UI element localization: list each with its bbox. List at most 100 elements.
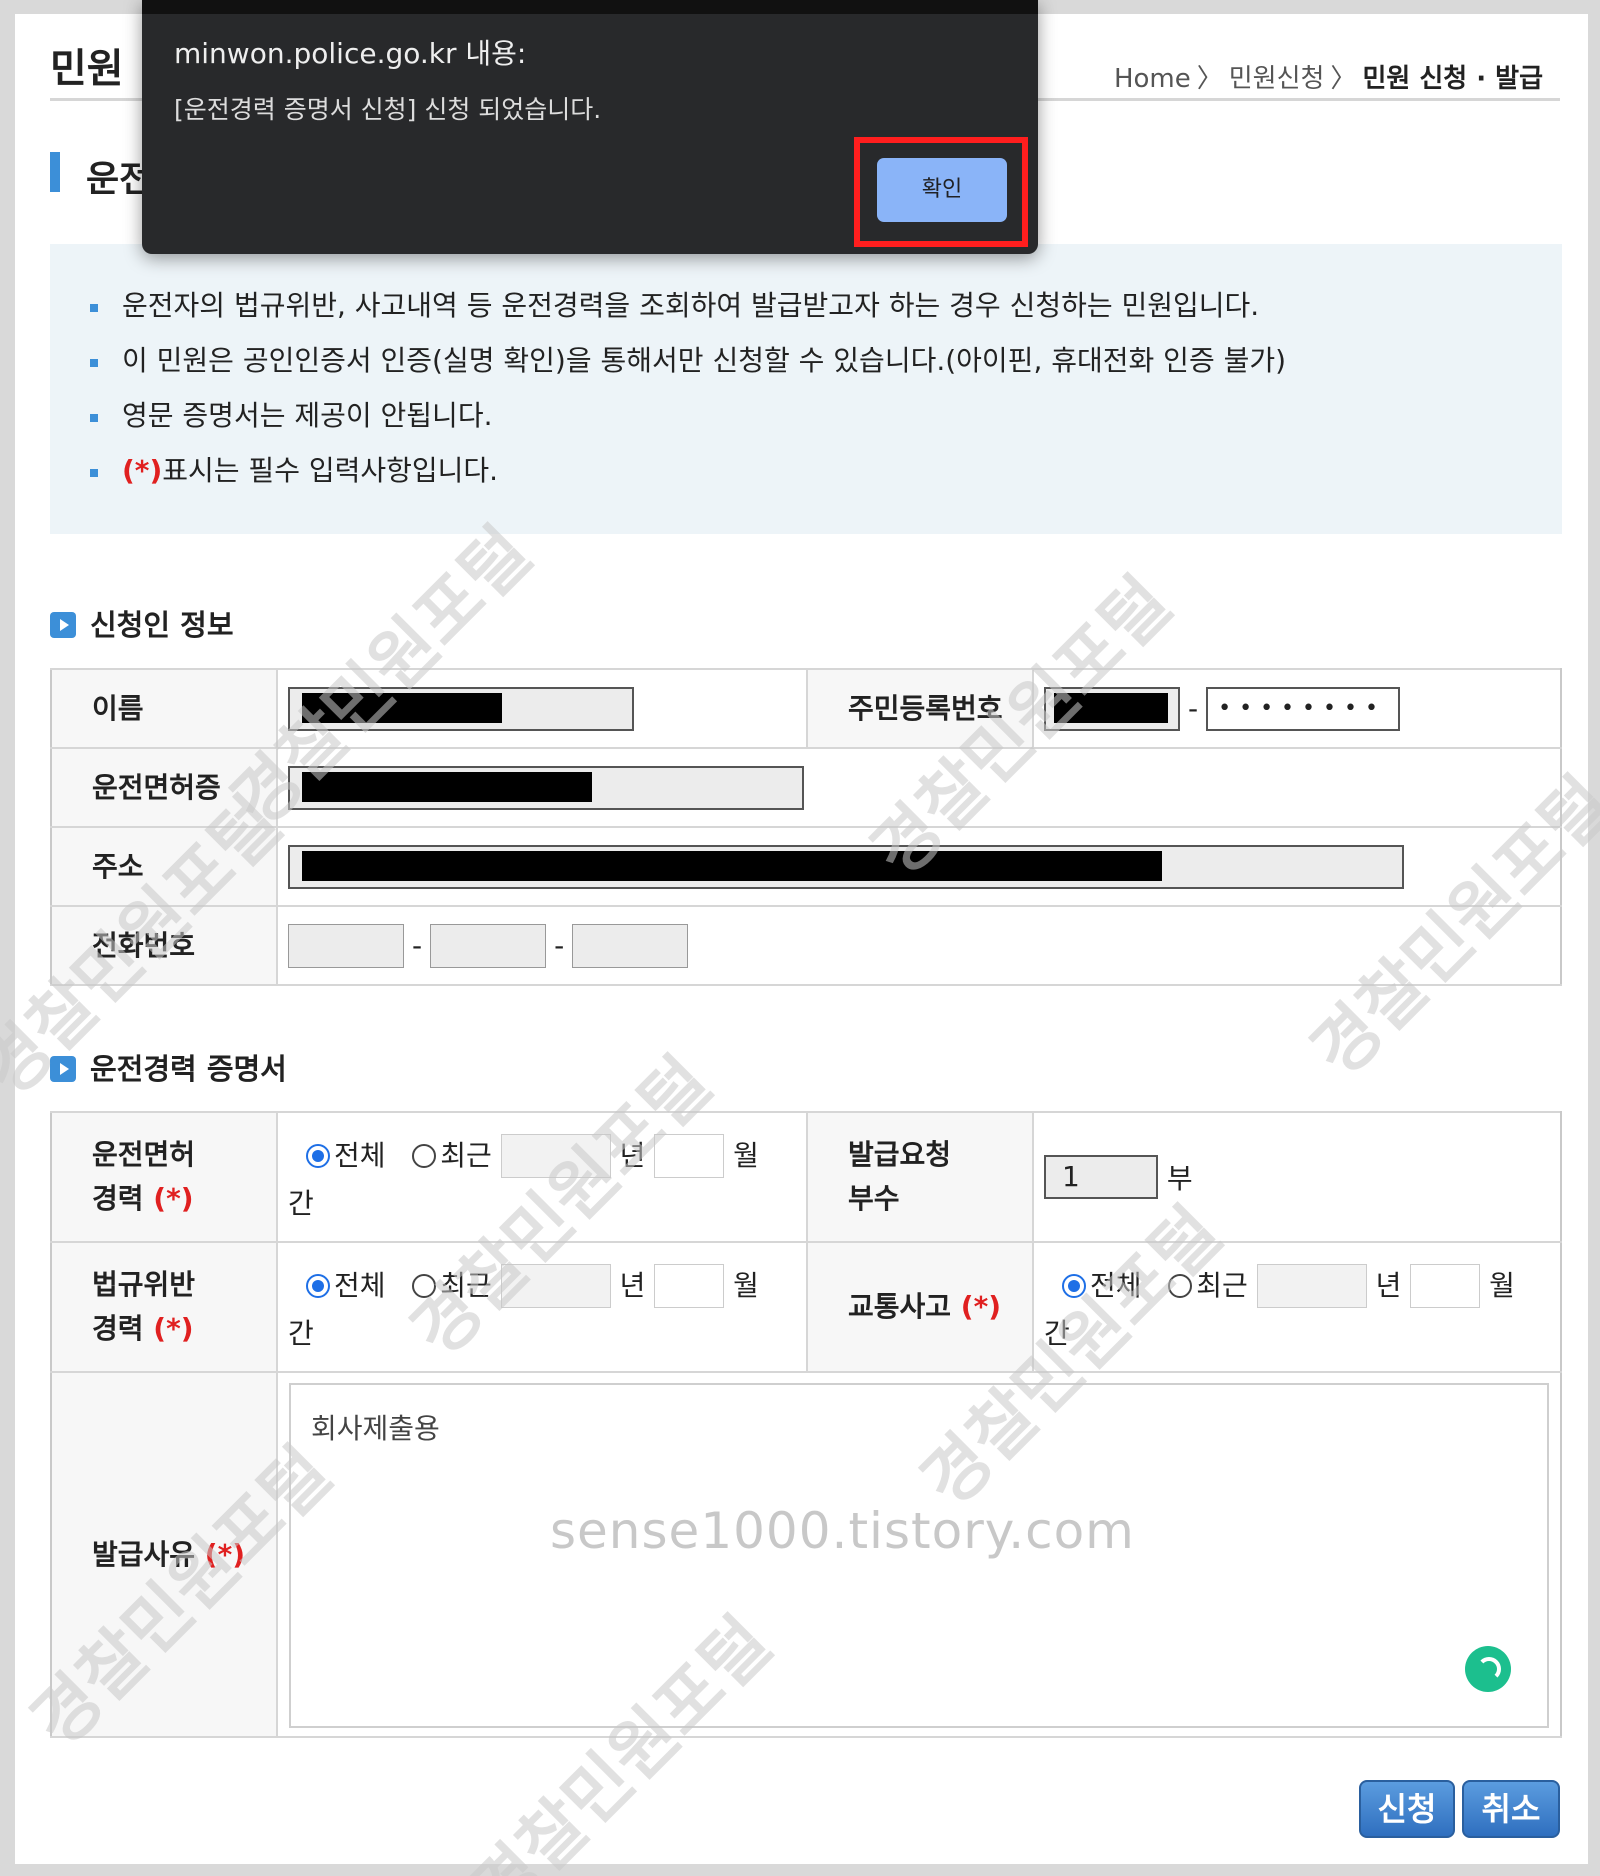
rrn-cell: - •••••••• xyxy=(1032,668,1562,749)
radio-all-label: 전체 xyxy=(334,1268,386,1302)
phone-cell: -- xyxy=(276,905,1562,986)
table-row: 운전면허증 xyxy=(50,747,1562,828)
license-history-label: 운전면허 경력 (*) xyxy=(50,1111,278,1243)
year-field[interactable] xyxy=(500,1263,611,1308)
submit-button[interactable]: 신청 xyxy=(1359,1780,1455,1838)
notice-item: (*)표시는 필수 입력사항입니다. xyxy=(90,451,1562,506)
accident-label: 교통사고 (*) xyxy=(806,1241,1034,1373)
applicant-heading: 신청인 정보 xyxy=(50,607,234,643)
accident-cell: 전체 최근 년 월 간 xyxy=(1032,1241,1562,1373)
license-cell xyxy=(276,747,1562,828)
certificate-heading-text: 운전경력 증명서 xyxy=(90,1052,287,1086)
ok-button[interactable]: 확인 xyxy=(877,158,1007,222)
name-label: 이름 xyxy=(50,668,278,749)
phone-field-1[interactable] xyxy=(288,923,404,968)
cancel-button[interactable]: 취소 xyxy=(1462,1780,1560,1838)
breadcrumb-current: 민원 신청 · 발급 xyxy=(1362,64,1543,94)
name-field[interactable] xyxy=(288,686,634,731)
section-title: 운전 xyxy=(50,150,152,200)
breadcrumb-separator: 〉 xyxy=(1196,64,1223,94)
dialog-title: minwon.police.go.kr 내용: xyxy=(174,37,527,70)
page: 민원 Home 〉 민원신청 〉 민원 신청 · 발급 운전 운전자의 법규위반, 사고… xyxy=(0,14,1600,1876)
radio-recent[interactable] xyxy=(1168,1273,1193,1298)
radio-recent-label: 최근 xyxy=(440,1268,492,1302)
month-field[interactable] xyxy=(654,1263,725,1308)
copies-field[interactable]: 1 xyxy=(1044,1155,1158,1199)
table-row: 이름 주민등록번호 - •••••••• xyxy=(50,668,1562,749)
unit-year: 년 xyxy=(619,1268,646,1302)
license-history-cell: 전체 최근 년 월 간 xyxy=(276,1111,808,1243)
breadcrumb-apply[interactable]: 민원신청 xyxy=(1229,64,1325,94)
notice-text: 표시는 필수 입력사항입니다. xyxy=(162,454,499,487)
required-mark: (*) xyxy=(122,454,163,487)
label-line: 발급요청 xyxy=(848,1138,952,1171)
radio-recent[interactable] xyxy=(412,1273,437,1298)
copies-cell: 1 부 xyxy=(1032,1111,1562,1243)
month-field[interactable] xyxy=(654,1133,725,1178)
phone-field-2[interactable] xyxy=(430,923,547,968)
reason-label: 발급사유 (*) xyxy=(50,1371,278,1738)
page-title: 민원 xyxy=(50,46,124,92)
name-cell xyxy=(276,668,808,749)
radio-recent[interactable] xyxy=(412,1143,437,1168)
redaction-bar xyxy=(302,771,592,802)
phone-field-3[interactable] xyxy=(572,923,689,968)
violation-label: 법규위반 경력 (*) xyxy=(50,1241,278,1373)
address-cell xyxy=(276,826,1562,907)
alert-dialog: minwon.police.go.kr 내용: [운전경력 증명서 신청] 신청… xyxy=(142,0,1038,254)
site-watermark: sense1000.tistory.com xyxy=(550,1502,1135,1560)
license-field[interactable] xyxy=(288,765,804,810)
rrn-front-field[interactable] xyxy=(1044,686,1180,731)
redaction-bar xyxy=(302,692,502,723)
required-mark: (*) xyxy=(960,1290,1002,1323)
dash: - xyxy=(1188,692,1199,725)
table-row: 법규위반 경력 (*) 전체 최근 년 월 간 교통사고 (*) 전체 최근 년… xyxy=(50,1241,1562,1373)
address-field[interactable] xyxy=(288,844,1404,889)
radio-all[interactable] xyxy=(1062,1273,1086,1298)
table-row: 전화번호 -- xyxy=(50,905,1562,986)
unit-month: 월 xyxy=(733,1138,759,1172)
breadcrumb: Home 〉 민원신청 〉 민원 신청 · 발급 xyxy=(1114,58,1543,95)
address-label: 주소 xyxy=(50,826,278,907)
month-field[interactable] xyxy=(1410,1263,1481,1308)
copies-label: 발급요청 부수 xyxy=(806,1111,1034,1243)
reason-value: 회사제출용 xyxy=(311,1412,440,1445)
label-line: 교통사고 xyxy=(848,1290,952,1323)
redaction-bar xyxy=(302,850,1162,881)
play-square-icon xyxy=(50,612,76,638)
rrn-back-field[interactable]: •••••••• xyxy=(1206,686,1401,731)
unit-year: 년 xyxy=(1375,1268,1402,1302)
year-field[interactable] xyxy=(1256,1263,1367,1308)
notice-box: 운전자의 법규위반, 사고내역 등 운전경력을 조회하여 발급받고자 하는 경우… xyxy=(50,244,1562,534)
label-line: 발급사유 xyxy=(92,1537,196,1571)
year-field[interactable] xyxy=(500,1133,611,1178)
copies-unit: 부 xyxy=(1166,1162,1193,1195)
redaction-bar xyxy=(1054,692,1168,723)
dash: - xyxy=(412,929,423,962)
breadcrumb-home[interactable]: Home xyxy=(1114,64,1191,94)
label-line: 법규위반 xyxy=(92,1268,196,1301)
violation-cell: 전체 최근 년 월 간 xyxy=(276,1241,808,1373)
radio-all[interactable] xyxy=(306,1143,330,1168)
unit-month: 월 xyxy=(733,1268,759,1302)
radio-all[interactable] xyxy=(306,1273,330,1298)
play-square-icon xyxy=(50,1056,76,1082)
table-row: 주소 xyxy=(50,826,1562,907)
dialog-message: [운전경력 증명서 신청] 신청 되었습니다. xyxy=(174,95,602,124)
dash: - xyxy=(554,929,565,962)
required-mark: (*) xyxy=(153,1182,194,1215)
applicant-table: 이름 주민등록번호 - •••••••• 운전면허증 주소 전화번호 -- xyxy=(50,668,1562,986)
applicant-heading-text: 신청인 정보 xyxy=(90,608,234,642)
notice-item: 운전자의 법규위반, 사고내역 등 운전경력을 조회하여 발급받고자 하는 경우… xyxy=(90,286,1562,341)
breadcrumb-separator: 〉 xyxy=(1330,64,1357,94)
notice-item: 이 민원은 공인인증서 인증(실명 확인)을 통해서만 신청할 수 있습니다.(… xyxy=(90,341,1562,396)
label-line: 경력 xyxy=(92,1182,144,1215)
unit-period: 간 xyxy=(1044,1316,1070,1350)
unit-month: 월 xyxy=(1489,1268,1515,1302)
unit-year: 년 xyxy=(619,1138,646,1172)
phone-label: 전화번호 xyxy=(50,905,278,986)
unit-period: 간 xyxy=(288,1316,314,1350)
grammar-check-icon[interactable] xyxy=(1465,1646,1511,1692)
radio-all-label: 전체 xyxy=(334,1138,386,1172)
radio-all-label: 전체 xyxy=(1090,1268,1142,1302)
